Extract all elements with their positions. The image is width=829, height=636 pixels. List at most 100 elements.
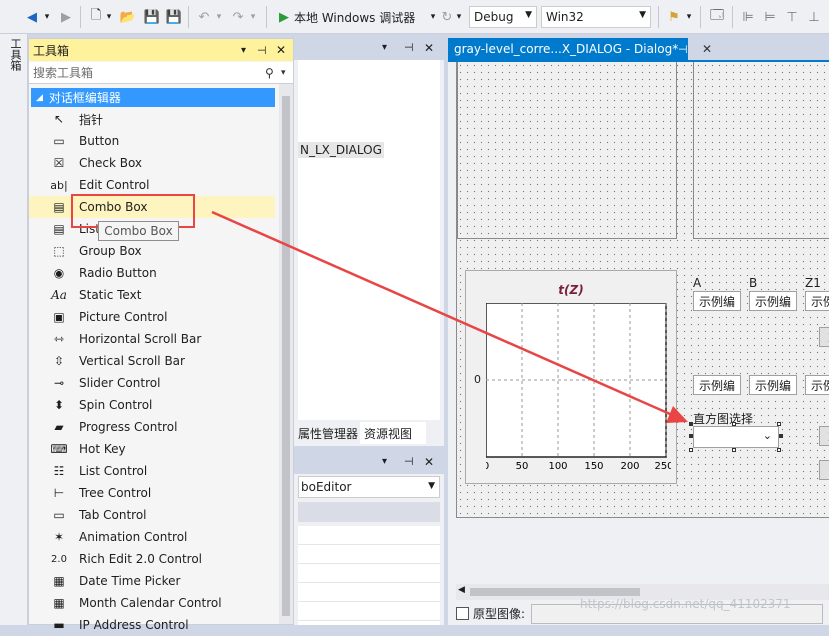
- pin-icon[interactable]: ⊣: [678, 43, 688, 56]
- open-folder-icon[interactable]: 📂: [120, 7, 136, 27]
- button-partial-2[interactable]: 灰: [819, 426, 829, 446]
- debugger-label[interactable]: 本地 Windows 调试器: [294, 7, 426, 27]
- selection-handle[interactable]: [689, 434, 693, 438]
- scroll-left-icon[interactable]: ◀: [458, 585, 465, 595]
- close-icon[interactable]: ✕: [702, 42, 712, 56]
- start-debug-icon[interactable]: ▶: [276, 7, 292, 27]
- tool-item-static-text[interactable]: Aa Static Text: [29, 284, 275, 306]
- dialog-canvas[interactable]: t(Z) 0 0 50 100 150 200 250 A B Z1 示例编 示例编 示例…: [456, 62, 829, 518]
- selection-handle[interactable]: [689, 422, 693, 426]
- button-partial-3[interactable]: [819, 460, 829, 480]
- tool-item-check-box[interactable]: ☒ Check Box: [29, 152, 275, 174]
- dialog-resource-item[interactable]: N_LX_DIALOG: [298, 142, 384, 158]
- tool-item-tree-control[interactable]: ⊢ Tree Control: [29, 482, 275, 504]
- tool-label: Tree Control: [79, 486, 152, 500]
- tool-item-progress-control[interactable]: ▰ Progress Control: [29, 416, 275, 438]
- pin-icon[interactable]: ⊣: [404, 41, 414, 54]
- tab-resource-view[interactable]: 资源视图: [360, 422, 426, 444]
- undo-icon[interactable]: ↶: [196, 7, 212, 27]
- button-partial-1[interactable]: 灰: [819, 327, 829, 347]
- close-icon[interactable]: ✕: [424, 455, 434, 469]
- align-left-icon[interactable]: ⊫: [740, 7, 756, 27]
- close-icon[interactable]: ✕: [276, 43, 286, 57]
- align-top-icon[interactable]: ⊤: [784, 7, 800, 27]
- dropdown-icon[interactable]: ▾: [42, 7, 52, 27]
- tool-item-rich-edit-control[interactable]: 2.0 Rich Edit 2.0 Control: [29, 548, 275, 570]
- section-header-dialog-editor[interactable]: ◢ 对话框编辑器: [31, 88, 275, 107]
- dropdown-icon[interactable]: ▾: [684, 7, 694, 27]
- picture-frame-result[interactable]: [693, 62, 829, 239]
- dropdown-icon[interactable]: ▾: [248, 7, 258, 27]
- refresh-icon[interactable]: ↻: [440, 7, 454, 27]
- search-icon[interactable]: ⚲: [265, 66, 274, 80]
- panel-titlebar: ▾ ⊣ ✕: [294, 452, 444, 474]
- histogram-chart-frame[interactable]: t(Z) 0 0 50 100 150 200 250: [465, 270, 677, 484]
- tool-item-month-calendar-control[interactable]: ▦ Month Calendar Control: [29, 592, 275, 614]
- test-dialog-icon[interactable]: 🗔: [708, 7, 726, 27]
- forward-icon[interactable]: ▶: [58, 7, 74, 27]
- back-icon[interactable]: ◀: [24, 7, 40, 27]
- selection-handle[interactable]: [732, 422, 736, 426]
- edit-b-row2[interactable]: 示例编: [749, 375, 797, 395]
- tool-item-radio-button[interactable]: ◉ Radio Button: [29, 262, 275, 284]
- scrollbar-thumb[interactable]: [282, 96, 290, 616]
- histogram-combo[interactable]: ⌄: [693, 426, 779, 448]
- selection-handle[interactable]: [777, 448, 781, 452]
- scrollbar-thumb[interactable]: [470, 588, 640, 596]
- tool-item-date-time-picker[interactable]: ▦ Date Time Picker: [29, 570, 275, 592]
- tool-item-pointer[interactable]: ↖ 指针: [29, 108, 275, 130]
- tool-item-horizontal-scroll-bar[interactable]: ⇿ Horizontal Scroll Bar: [29, 328, 275, 350]
- expand-arrow-icon[interactable]: ◢: [36, 93, 43, 103]
- dropdown-icon[interactable]: ▾: [214, 7, 224, 27]
- tool-item-vertical-scroll-bar[interactable]: ⇳ Vertical Scroll Bar: [29, 350, 275, 372]
- tab-dialog-editor[interactable]: gray-level_corre...X_DIALOG - Dialog* ⊣ …: [448, 38, 712, 60]
- dropdown-icon[interactable]: ▾: [281, 68, 286, 78]
- toolbox-scrollbar[interactable]: [279, 84, 293, 624]
- original-image-checkbox[interactable]: [456, 607, 469, 620]
- dropdown-icon[interactable]: ▾: [382, 42, 387, 53]
- tool-item-group-box[interactable]: ⬚ Group Box: [29, 240, 275, 262]
- new-project-icon[interactable]: 🗋: [88, 7, 104, 27]
- tool-item-picture-control[interactable]: ▣ Picture Control: [29, 306, 275, 328]
- tool-item-animation-control[interactable]: ✶ Animation Control: [29, 526, 275, 548]
- tool-item-list-control[interactable]: ☷ List Control: [29, 460, 275, 482]
- edit-a-row1[interactable]: 示例编: [693, 291, 741, 311]
- dropdown-icon[interactable]: ▾: [104, 7, 114, 27]
- selection-handle[interactable]: [777, 422, 781, 426]
- dropdown-icon[interactable]: ▾: [454, 7, 464, 27]
- tool-item-ip-address-control[interactable]: ▬ IP Address Control: [29, 614, 275, 636]
- find-in-files-icon[interactable]: ⚑: [666, 7, 682, 27]
- tool-item-slider-control[interactable]: ⊸ Slider Control: [29, 372, 275, 394]
- platform-select[interactable]: Win32 ▼: [541, 6, 651, 28]
- save-icon[interactable]: 💾: [144, 7, 160, 27]
- close-icon[interactable]: ✕: [424, 41, 434, 55]
- dropdown-icon[interactable]: ▾: [241, 45, 246, 56]
- edit-z1-row1[interactable]: 示例编: [805, 291, 829, 311]
- selection-handle[interactable]: [732, 448, 736, 452]
- object-select[interactable]: boEditor ▼: [298, 476, 440, 498]
- edit-a-row2[interactable]: 示例编: [693, 375, 741, 395]
- tool-item-edit-control[interactable]: ab| Edit Control: [29, 174, 275, 196]
- edit-z1-row2[interactable]: 示例编: [805, 375, 829, 395]
- pin-icon[interactable]: ⊣: [257, 44, 267, 57]
- redo-icon[interactable]: ↷: [230, 7, 246, 27]
- tool-item-tab-control[interactable]: ▭ Tab Control: [29, 504, 275, 526]
- dropdown-icon[interactable]: ▾: [382, 456, 387, 467]
- save-all-icon[interactable]: 💾: [166, 7, 182, 27]
- tool-item-spin-control[interactable]: ⬍ Spin Control: [29, 394, 275, 416]
- toolbox-search-input[interactable]: 搜索工具箱 ⚲ ▾: [29, 62, 293, 84]
- pin-icon[interactable]: ⊣: [404, 455, 414, 468]
- tab-property-manager[interactable]: 属性管理器: [294, 422, 366, 444]
- align-right-icon[interactable]: ⊨: [762, 7, 778, 27]
- align-bottom-icon[interactable]: ⊥: [806, 7, 822, 27]
- tool-item-hot-key[interactable]: ⌨ Hot Key: [29, 438, 275, 460]
- edit-b-row1[interactable]: 示例编: [749, 291, 797, 311]
- column-label-b: B: [749, 276, 758, 290]
- configuration-select[interactable]: Debug ▼: [469, 6, 537, 28]
- dropdown-icon[interactable]: ▾: [428, 7, 438, 27]
- selection-handle[interactable]: [689, 448, 693, 452]
- tool-item-button[interactable]: ▭ Button: [29, 130, 275, 152]
- selection-handle[interactable]: [779, 434, 783, 438]
- toolbox-side-tab[interactable]: 工具箱: [7, 38, 23, 71]
- picture-frame-original[interactable]: [457, 62, 677, 239]
